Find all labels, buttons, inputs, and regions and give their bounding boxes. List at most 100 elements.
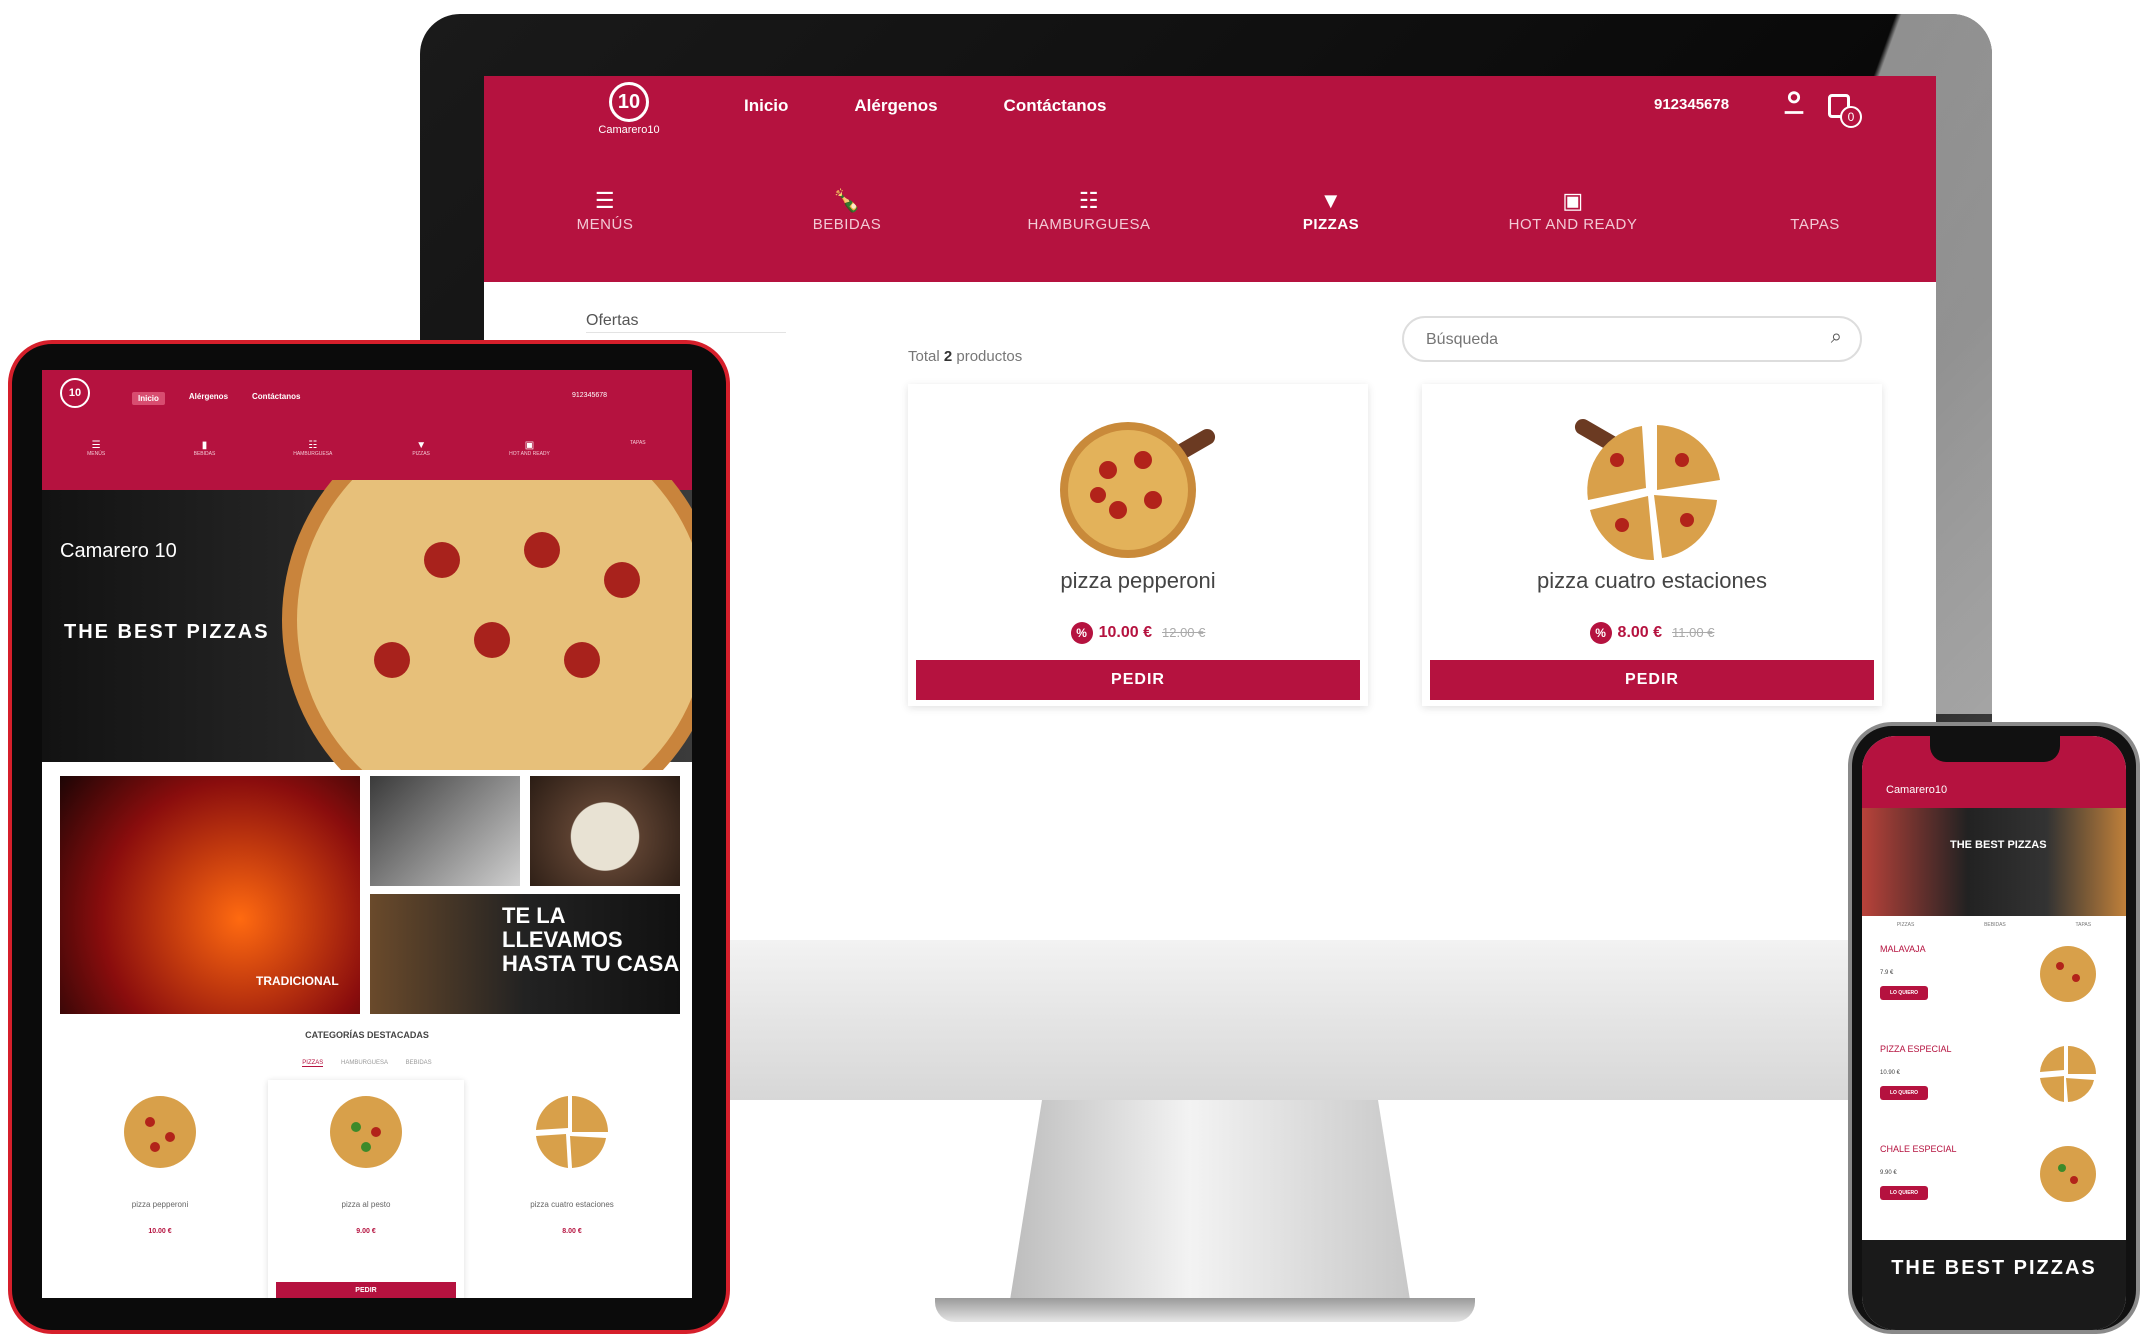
order-button[interactable]: PEDIR bbox=[276, 1282, 456, 1298]
delivery-promo-tile[interactable]: TE LA LLEVAMOS HASTA TU CASA bbox=[370, 894, 680, 1014]
pizza-cuatro-estaciones-image bbox=[1574, 419, 1720, 561]
item-name: PIZZA ESPECIAL bbox=[1880, 1044, 1952, 1054]
product-price: 9.00 € bbox=[356, 1228, 376, 1235]
tab-pizzas[interactable]: PIZZAS bbox=[302, 1060, 324, 1067]
discount-icon: % bbox=[1589, 622, 1612, 644]
category-bebidas[interactable]: ▮ BEBIDAS bbox=[150, 440, 258, 457]
category-pizzas[interactable]: ▼ PIZZAS bbox=[367, 440, 475, 457]
category-menus[interactable]: ☰ MENÚS bbox=[484, 186, 726, 266]
hero-text: THE BEST PIZZAS bbox=[64, 621, 270, 643]
category-hamburguesa[interactable]: ☷ HAMBURGUESA bbox=[968, 186, 1210, 266]
featured-card: pizza pepperoni 10.00 € bbox=[62, 1080, 258, 1298]
monitor-stand bbox=[1010, 1100, 1410, 1300]
brand-logo[interactable]: 10 bbox=[60, 378, 90, 408]
list-item: PIZZA ESPECIAL 10.90 € LO QUIERO bbox=[1872, 1036, 2116, 1132]
category-hot-and-ready[interactable]: ▣ HOT AND READY bbox=[475, 440, 583, 457]
phone-brand[interactable]: Camarero10 bbox=[1886, 784, 1947, 796]
tablet-category-bar: ☰ MENÚS ▮ BEBIDAS ☷ HAMBURGUESA ▼ PIZZAS ▣ HO… bbox=[42, 440, 692, 457]
tab-bebidas[interactable]: BEBIDAS bbox=[1984, 922, 2006, 928]
main-nav: Inicio Alérgenos Contáctanos bbox=[744, 96, 1107, 116]
item-price: 7.9 € bbox=[1880, 970, 1894, 976]
sidebar-title: Ofertas bbox=[586, 312, 639, 329]
product-name: pizza cuatro estaciones bbox=[530, 1200, 614, 1209]
nav-alergenos[interactable]: Alérgenos bbox=[854, 96, 937, 116]
category-tapas[interactable]: TAPAS bbox=[1694, 186, 1936, 266]
nav-contactanos[interactable]: Contáctanos bbox=[1004, 96, 1107, 116]
item-price: 9.90 € bbox=[1880, 1170, 1897, 1176]
item-name: MALAVAJA bbox=[1880, 944, 1926, 954]
logo-name: Camarero10 bbox=[598, 124, 660, 136]
cart-count: 0 bbox=[1840, 106, 1862, 128]
cart-button[interactable]: 0 bbox=[1824, 86, 1864, 128]
product-count: Total 2 productos bbox=[908, 348, 1023, 365]
nav-alergenos[interactable]: Alérgenos bbox=[189, 392, 228, 405]
hero-brand: Camarero 10 bbox=[60, 540, 177, 562]
oven-tile[interactable]: TRADICIONAL bbox=[60, 776, 360, 1014]
product-name: pizza al pesto bbox=[341, 1200, 391, 1209]
phone-number: 912345678 bbox=[1654, 96, 1730, 113]
dough-tile[interactable] bbox=[530, 776, 680, 886]
category-pizzas[interactable]: ▼ PIZZAS bbox=[1210, 186, 1452, 266]
product-name: pizza cuatro estaciones bbox=[1537, 568, 1767, 593]
search-input[interactable] bbox=[1426, 328, 1786, 352]
hero-text: THE BEST PIZZAS bbox=[1950, 839, 2047, 851]
phone-hero: THE BEST PIZZAS bbox=[1862, 808, 2126, 916]
category-menus[interactable]: ☰ MENÚS bbox=[42, 440, 150, 457]
category-bar: ☰ MENÚS 🍾 BEBIDAS ☷ HAMBURGUESA ▼ PIZZAS ▣ HO… bbox=[484, 186, 1936, 266]
logo-number: 10 bbox=[609, 82, 649, 122]
pizza-hero-image bbox=[282, 480, 692, 770]
phone-notch bbox=[1930, 736, 2060, 762]
pizza-icon: ▼ bbox=[1319, 188, 1343, 213]
product-price: 8.00 € bbox=[562, 1228, 582, 1235]
phone-tabs: PIZZAS BEBIDAS TAPAS bbox=[1862, 922, 2126, 928]
tab-tapas[interactable]: TAPAS bbox=[2075, 922, 2091, 928]
product-price: % 10.00 €12.00 € bbox=[908, 622, 1368, 644]
search-icon[interactable]: ⌕ bbox=[1831, 326, 1842, 349]
phone-screen: Camarero10 THE BEST PIZZAS PIZZAS BEBIDA… bbox=[1862, 736, 2126, 1330]
order-button[interactable]: LO QUIERO bbox=[1880, 1086, 1928, 1100]
brand-logo[interactable]: 10 Camarero10 bbox=[594, 82, 664, 152]
order-button[interactable]: PEDIR bbox=[1430, 660, 1874, 700]
sidebar-divider bbox=[586, 332, 786, 333]
item-name: CHALE ESPECIAL bbox=[1880, 1144, 1957, 1154]
nav-inicio[interactable]: Inicio bbox=[132, 392, 165, 405]
featured-card: pizza al pesto 9.00 € PEDIR bbox=[268, 1080, 464, 1298]
featured-tabs: PIZZAS HAMBURGUESA BEBIDAS bbox=[42, 1060, 692, 1067]
product-card: pizza cuatro estaciones % 8.00 €11.00 € P… bbox=[1422, 384, 1882, 706]
featured-title: CATEGORÍAS DESTACADAS bbox=[305, 1030, 429, 1040]
tab-bebidas[interactable]: BEBIDAS bbox=[406, 1060, 432, 1066]
tab-hamburguesa[interactable]: HAMBURGUESA bbox=[341, 1060, 388, 1066]
product-price: % 8.00 €11.00 € bbox=[1422, 622, 1882, 644]
category-bebidas[interactable]: 🍾 BEBIDAS bbox=[726, 186, 968, 266]
device-mockup-scene: 10 Camarero10 Inicio Alérgenos Contáctan… bbox=[0, 0, 2140, 1334]
promo-text: TE LA LLEVAMOS HASTA TU CASA bbox=[502, 903, 680, 976]
order-button[interactable]: LO QUIERO bbox=[1880, 986, 1928, 1000]
flour-tile[interactable] bbox=[370, 776, 520, 886]
tab-pizzas[interactable]: PIZZAS bbox=[1897, 922, 1915, 928]
list-item: MALAVAJA 7.9 € LO QUIERO bbox=[1872, 936, 2116, 1032]
bottle-icon: 🍾 bbox=[833, 188, 861, 213]
nav-contactanos[interactable]: Contáctanos bbox=[252, 392, 300, 405]
order-button[interactable]: LO QUIERO bbox=[1880, 1186, 1928, 1200]
category-tapas[interactable]: TAPAS bbox=[584, 440, 692, 457]
list-item: CHALE ESPECIAL 9.90 € LO QUIERO bbox=[1872, 1136, 2116, 1232]
burger-icon: ☷ bbox=[1078, 188, 1100, 213]
discount-icon: % bbox=[1070, 622, 1093, 644]
product-card: pizza pepperoni % 10.00 €12.00 € PEDIR bbox=[908, 384, 1368, 706]
tablet-header: 10 Inicio Alérgenos Contáctanos 91234567… bbox=[42, 370, 692, 490]
product-name: pizza pepperoni bbox=[131, 1200, 189, 1209]
tile-label: TRADICIONAL bbox=[256, 974, 339, 988]
user-icon[interactable] bbox=[1780, 88, 1810, 118]
search-box: ⌕ bbox=[1402, 316, 1862, 362]
category-hot-and-ready[interactable]: ▣ HOT AND READY bbox=[1452, 186, 1694, 266]
nav-inicio[interactable]: Inicio bbox=[744, 96, 788, 116]
monitor-stand-base bbox=[935, 1298, 1475, 1322]
tablet-screen: 10 Inicio Alérgenos Contáctanos 91234567… bbox=[42, 370, 692, 1298]
menu-list-icon: ☰ bbox=[594, 188, 616, 213]
phone-number: 912345678 bbox=[572, 392, 608, 399]
footer-text: THE BEST PIZZAS bbox=[1891, 1257, 2097, 1279]
category-hamburguesa[interactable]: ☷ HAMBURGUESA bbox=[259, 440, 367, 457]
hero-banner: Camarero 10 THE BEST PIZZAS bbox=[42, 480, 692, 770]
order-button[interactable]: PEDIR bbox=[916, 660, 1360, 700]
product-price: 10.00 € bbox=[148, 1228, 172, 1235]
